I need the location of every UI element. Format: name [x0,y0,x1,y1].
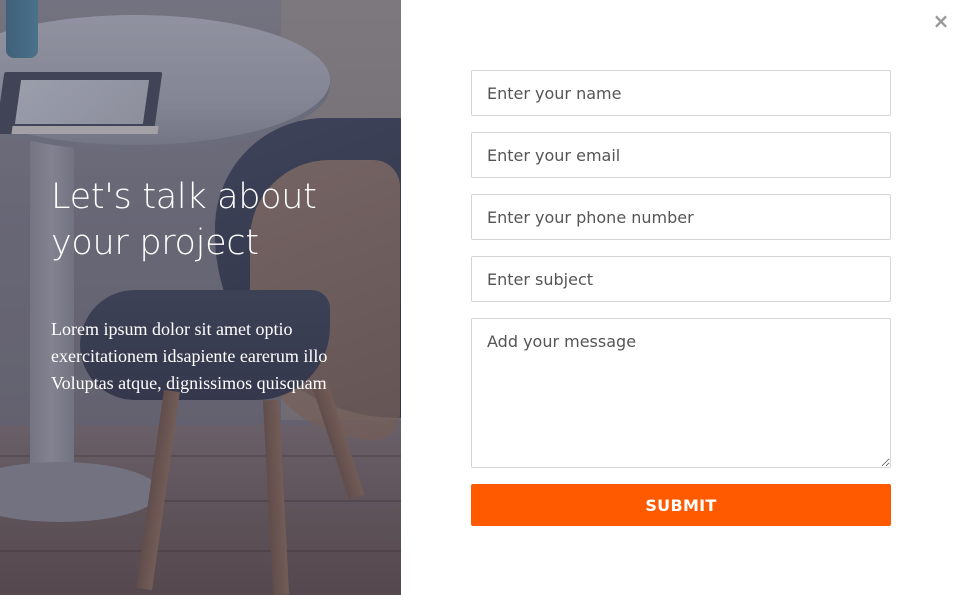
contact-modal: Let's talk about your project Lorem ipsu… [0,0,956,595]
name-input[interactable] [471,70,891,116]
email-input[interactable] [471,132,891,178]
contact-form: SUBMIT [471,70,891,526]
submit-button[interactable]: SUBMIT [471,484,891,526]
message-textarea[interactable] [471,318,891,468]
hero-photo-panel: Let's talk about your project Lorem ipsu… [0,0,401,595]
photo-overlay [0,0,401,595]
phone-input[interactable] [471,194,891,240]
subject-input[interactable] [471,256,891,302]
close-icon[interactable]: × [930,10,952,32]
hero-headline: Let's talk about your project [51,177,317,263]
hero-blurb: Lorem ipsum dolor sit amet optio exercit… [51,319,328,393]
